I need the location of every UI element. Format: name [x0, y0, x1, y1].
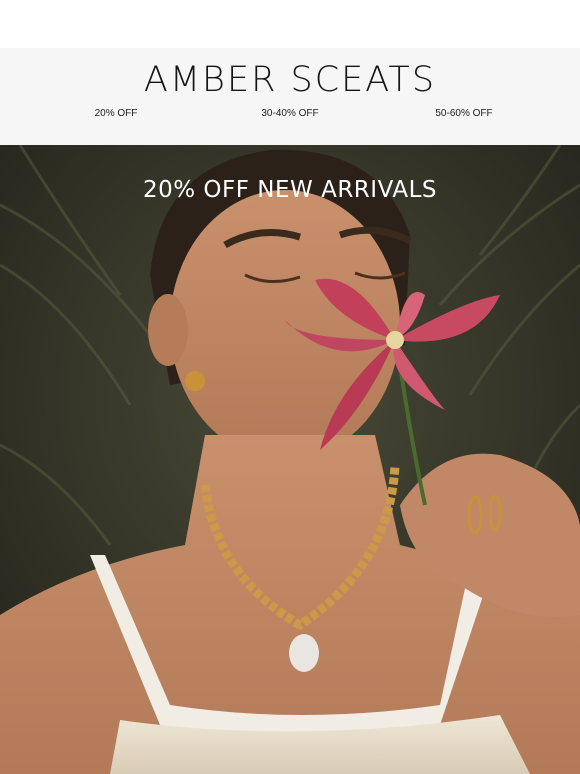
nav-link-20-off[interactable]: 20% OFF: [95, 108, 138, 119]
nav-link-50-60-off[interactable]: 50-60% OFF: [435, 108, 492, 119]
nav-link-30-40-off[interactable]: 30-40% OFF: [261, 108, 318, 119]
brand-logo[interactable]: AMBER SCEATS: [0, 60, 580, 100]
email-header: AMBER SCEATS 20% OFF 30-40% OFF 50-60% O…: [0, 48, 580, 145]
hero-headline: 20% OFF NEW ARRIVALS: [143, 177, 437, 203]
category-nav: 20% OFF 30-40% OFF 50-60% OFF: [0, 108, 580, 126]
top-spacer: [0, 0, 580, 48]
hero-banner[interactable]: 20% OFF NEW ARRIVALS: [0, 145, 580, 774]
hero-image: [0, 145, 580, 774]
